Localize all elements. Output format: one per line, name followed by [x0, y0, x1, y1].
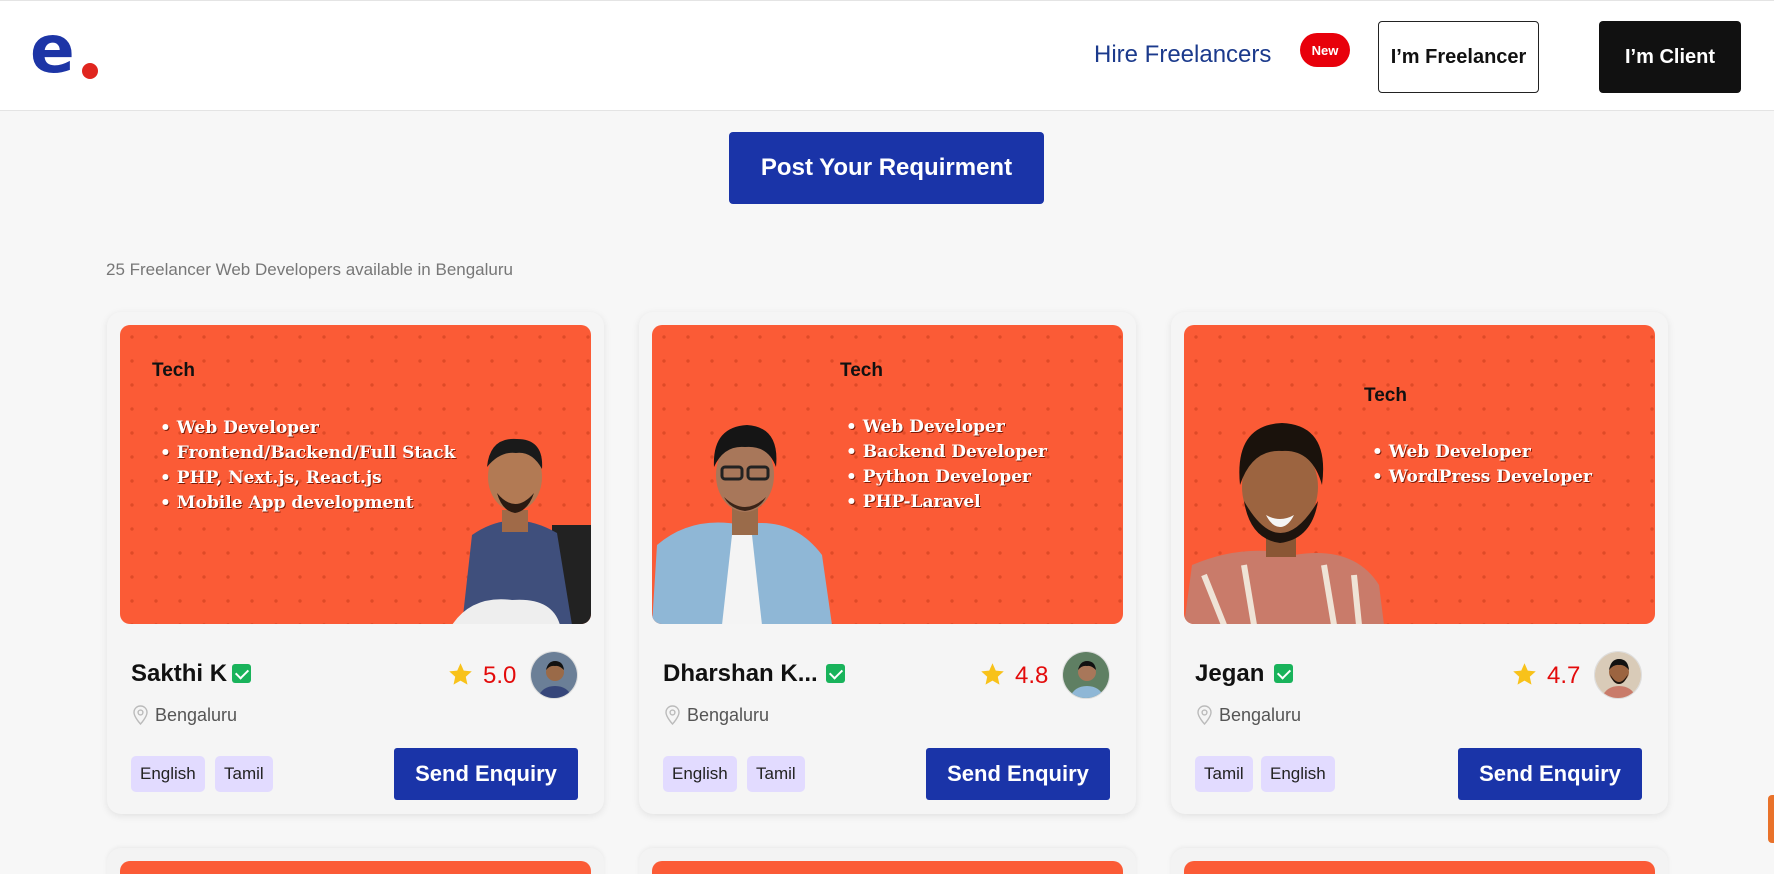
location-text: Bengaluru: [1219, 705, 1302, 725]
freelancer-photo: [442, 415, 591, 624]
location-pin-icon: [133, 705, 148, 725]
banner-skill-list: Web Developer Backend Developer Python D…: [846, 415, 1047, 515]
star-icon: [981, 663, 1004, 685]
banner-skill-item: WordPress Developer: [1372, 465, 1592, 490]
rating-value: 5.0: [483, 662, 517, 689]
language-tag: English: [131, 756, 205, 792]
freelancer-name[interactable]: Dharshan K...: [663, 660, 818, 688]
location-pin-icon: [1197, 705, 1212, 725]
banner-skill-item: Web Developer: [160, 416, 455, 441]
freelancer-photo: [1184, 415, 1384, 624]
banner-skill-item: Python Developer: [846, 465, 1047, 490]
language-tag: English: [1261, 756, 1335, 792]
side-widget-tab[interactable]: [1768, 795, 1774, 843]
location-pin-icon: [665, 705, 680, 725]
banner-skill-list: Web Developer WordPress Developer: [1372, 440, 1592, 490]
banner-title: Tech: [840, 360, 883, 381]
im-client-button[interactable]: I’m Client: [1599, 21, 1741, 93]
profile-banner[interactable]: Tech Web Developer Frontend/Backend/Full…: [120, 325, 591, 624]
freelancer-card[interactable]: Tech Web Developer WordPress Developer J…: [1171, 312, 1668, 814]
banner-skill-item: PHP, Next.js, React.js: [160, 466, 455, 491]
rating-value: 4.8: [1015, 662, 1049, 689]
banner-title: Tech: [1364, 385, 1407, 406]
profile-banner: [652, 861, 1123, 874]
send-enquiry-button[interactable]: Send Enquiry: [1458, 748, 1642, 800]
nav-hire-freelancers-link[interactable]: Hire Freelancers: [1094, 41, 1271, 69]
freelancer-card[interactable]: Tech Web Developer Backend Developer Pyt…: [639, 312, 1136, 814]
post-requirement-button[interactable]: Post Your Requirment: [729, 132, 1044, 204]
freelancer-card-peek[interactable]: [1171, 848, 1668, 874]
freelancer-card-peek[interactable]: [639, 848, 1136, 874]
top-navbar: e Hire Freelancers New I’m Freelancer I’…: [0, 0, 1774, 111]
banner-skill-item: Web Developer: [846, 415, 1047, 440]
language-tag: English: [663, 756, 737, 792]
freelancer-name[interactable]: Jegan: [1195, 660, 1264, 688]
banner-skill-item: PHP-Laravel: [846, 490, 1047, 515]
banner-skill-item: Web Developer: [1372, 440, 1592, 465]
new-badge: New: [1300, 33, 1350, 67]
send-enquiry-button[interactable]: Send Enquiry: [394, 748, 578, 800]
banner-skill-list: Web Developer Frontend/Backend/Full Stac…: [160, 416, 456, 516]
location-text: Bengaluru: [155, 705, 238, 725]
freelancer-photo: [652, 405, 832, 624]
avatar[interactable]: [1594, 651, 1642, 699]
freelancer-name[interactable]: Sakthi K: [131, 660, 227, 688]
freelancer-card[interactable]: Tech Web Developer Frontend/Backend/Full…: [107, 312, 604, 814]
im-freelancer-button[interactable]: I’m Freelancer: [1378, 21, 1539, 93]
logo-dot: [82, 63, 98, 79]
verified-check-icon: [826, 664, 845, 683]
rating-value: 4.7: [1547, 662, 1581, 689]
send-enquiry-button[interactable]: Send Enquiry: [926, 748, 1110, 800]
site-logo[interactable]: e: [30, 17, 102, 87]
location-text: Bengaluru: [687, 705, 770, 725]
avatar[interactable]: [1062, 651, 1110, 699]
profile-banner[interactable]: Tech Web Developer Backend Developer Pyt…: [652, 325, 1123, 624]
availability-count-text: 25 Freelancer Web Developers available i…: [106, 260, 513, 279]
verified-check-icon: [232, 664, 251, 683]
banner-title: Tech: [152, 360, 195, 381]
banner-skill-item: Backend Developer: [846, 440, 1047, 465]
profile-banner: [1184, 861, 1655, 874]
star-icon: [1513, 663, 1536, 685]
star-icon: [449, 663, 472, 685]
banner-skill-item: Mobile App development: [160, 491, 455, 516]
logo-letter: e: [30, 11, 75, 88]
freelancer-card-peek[interactable]: [107, 848, 604, 874]
language-tag: Tamil: [215, 756, 273, 792]
banner-skill-item: Frontend/Backend/Full Stack: [160, 441, 456, 466]
language-tag: Tamil: [747, 756, 805, 792]
avatar[interactable]: [530, 651, 578, 699]
profile-banner[interactable]: Tech Web Developer WordPress Developer: [1184, 325, 1655, 624]
verified-check-icon: [1274, 664, 1293, 683]
profile-banner: [120, 861, 591, 874]
language-tag: Tamil: [1195, 756, 1253, 792]
